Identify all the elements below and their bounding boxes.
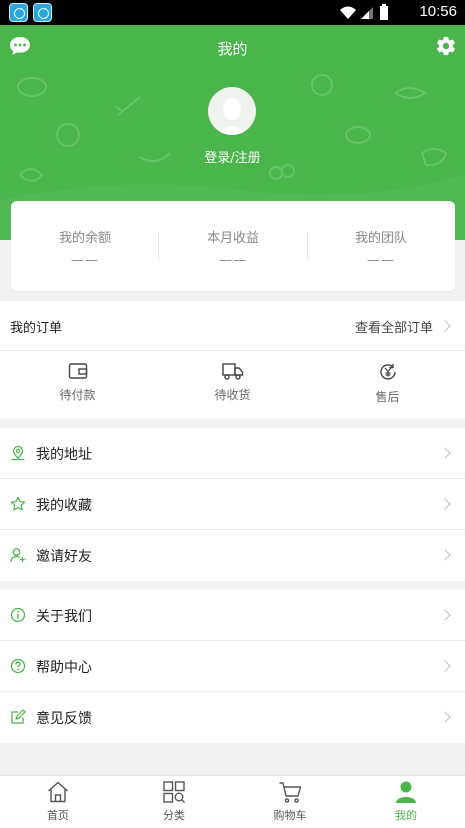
signal-battery-icon [340, 4, 388, 20]
tab-mine[interactable]: 我的 [348, 780, 464, 823]
stat-value: —— [367, 253, 395, 268]
menu-item-about[interactable]: 关于我们 [0, 590, 465, 641]
stat-label: 我的余额 [58, 231, 111, 246]
chevron-right-icon [439, 498, 451, 510]
chevron-right-icon [439, 320, 451, 332]
menu-item-label: 关于我们 [36, 609, 92, 625]
yen-refund-icon [379, 364, 396, 380]
truck-icon [221, 363, 243, 380]
balance-stat[interactable]: 我的余额 —— [11, 227, 159, 268]
menu-item-label: 我的地址 [36, 447, 92, 463]
pending-payment-button[interactable]: 待付款 [0, 362, 155, 408]
chevron-right-icon [439, 609, 451, 621]
home-icon [48, 781, 68, 803]
cart-icon [279, 782, 302, 803]
star-icon [10, 496, 26, 511]
menu-item-favorites[interactable]: 我的收藏 [0, 479, 465, 530]
my-team-stat[interactable]: 我的团队 —— [307, 227, 455, 268]
info-icon [10, 607, 26, 623]
wallet-icon [68, 363, 87, 379]
after-sales-button[interactable]: 售后 [310, 362, 465, 408]
menu-item-address[interactable]: 我的地址 [0, 428, 465, 479]
stats-card: 我的余额 —— 本月收益 —— 我的团队 —— [11, 201, 455, 291]
add-user-icon [10, 548, 25, 563]
help-icon [10, 658, 26, 674]
chevron-right-icon [439, 549, 451, 561]
app-notification-icon [9, 3, 28, 22]
avatar[interactable] [208, 87, 256, 135]
menu-group-support: 关于我们 帮助中心 意见反馈 [0, 590, 465, 743]
settings-button[interactable] [435, 35, 457, 57]
menu-item-feedback[interactable]: 意见反馈 [0, 692, 465, 743]
menu-item-label: 我的收藏 [36, 498, 92, 514]
user-icon [396, 781, 416, 803]
page-title: 我的 [217, 40, 248, 58]
chevron-right-icon [439, 447, 451, 459]
menu-item-label: 邀请好友 [36, 549, 92, 565]
clock: 10:56 [419, 3, 457, 20]
stat-value: —— [71, 253, 99, 268]
orders-header-row[interactable]: 我的订单 查看全部订单 [0, 301, 465, 351]
orders-section: 我的订单 查看全部订单 待付款 待收货 售后 [0, 301, 465, 418]
menu-item-label: 帮助中心 [36, 660, 92, 676]
menu-item-help[interactable]: 帮助中心 [0, 641, 465, 692]
tab-category[interactable]: 分类 [116, 780, 232, 823]
tab-cart[interactable]: 购物车 [232, 780, 348, 823]
order-item-label: 待付款 [59, 388, 96, 402]
tab-label: 首页 [47, 809, 69, 822]
stat-label: 我的团队 [354, 231, 407, 246]
order-item-label: 待收货 [214, 388, 251, 402]
category-icon [163, 781, 185, 803]
orders-title: 我的订单 [10, 321, 63, 336]
app-notification-icon [33, 3, 52, 22]
chevron-right-icon [439, 660, 451, 672]
tab-label: 我的 [395, 809, 417, 822]
tab-label: 分类 [163, 809, 185, 822]
gear-icon [437, 36, 455, 56]
tab-label: 购物车 [273, 809, 307, 822]
monthly-earnings-stat[interactable]: 本月收益 —— [159, 227, 307, 268]
feedback-icon [11, 709, 26, 724]
view-all-orders-link[interactable]: 查看全部订单 [355, 317, 433, 336]
menu-group-account: 我的地址 我的收藏 邀请好友 [0, 428, 465, 581]
status-bar: 10:56 [0, 0, 465, 25]
menu-item-label: 意见反馈 [36, 711, 92, 727]
order-item-label: 售后 [375, 390, 400, 404]
pending-delivery-button[interactable]: 待收货 [155, 362, 310, 408]
chevron-right-icon [439, 711, 451, 723]
login-register-link[interactable]: 登录/注册 [0, 147, 465, 166]
default-avatar-icon [216, 98, 248, 135]
stat-label: 本月收益 [206, 231, 259, 246]
location-icon [11, 445, 25, 461]
bottom-tab-bar: 首页 分类 购物车 我的 [0, 775, 465, 828]
menu-item-invite[interactable]: 邀请好友 [0, 530, 465, 581]
stat-value: —— [219, 253, 247, 268]
tab-home[interactable]: 首页 [0, 780, 116, 823]
